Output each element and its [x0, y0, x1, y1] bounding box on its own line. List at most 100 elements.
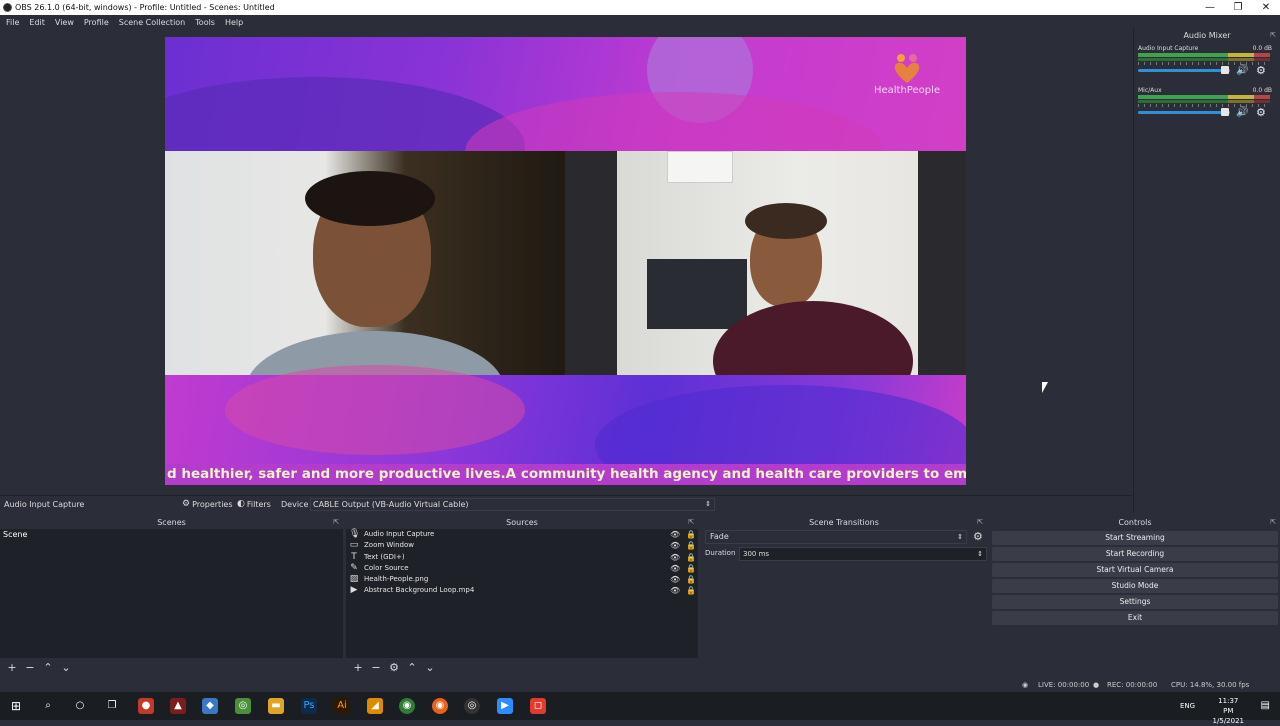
language-indicator[interactable]: ENG	[1180, 702, 1195, 710]
clock[interactable]: 11:37 PM 1/5/2021	[1213, 696, 1244, 726]
volume-slider-handle[interactable]	[1221, 66, 1229, 74]
gear-icon[interactable]: ⚙	[388, 661, 400, 674]
volume-slider-handle[interactable]	[1221, 108, 1229, 116]
remove-icon[interactable]: −	[24, 661, 36, 674]
eye-icon[interactable]: 👁	[670, 529, 680, 540]
exit-button[interactable]: Exit	[992, 611, 1278, 625]
windows-start-icon[interactable]: ⊞	[8, 698, 24, 714]
filters-button[interactable]: ◐ Filters	[237, 499, 271, 509]
lock-icon[interactable]: 🔒	[686, 529, 696, 540]
menu-file[interactable]: File	[6, 18, 19, 27]
source-label: Health-People.png	[364, 575, 429, 584]
start-recording-button[interactable]: Start Recording	[992, 547, 1278, 561]
studio-mode-button[interactable]: Studio Mode	[992, 579, 1278, 593]
add-icon[interactable]: +	[352, 661, 364, 674]
move-up-icon[interactable]: ⌃	[42, 661, 54, 674]
zoom-icon[interactable]: ▶	[497, 698, 513, 714]
source-item[interactable]: 🎙 Audio Input Capture 👁 🔒	[346, 529, 698, 540]
menu-edit[interactable]: Edit	[29, 18, 45, 27]
gear-icon[interactable]: ⚙	[973, 530, 983, 543]
lock-icon[interactable]: 🔒	[686, 574, 696, 585]
ticker-text: d healthier, safer and more productive l…	[165, 464, 966, 485]
source-item[interactable]: ▨ Health-People.png 👁 🔒	[346, 574, 698, 585]
move-down-icon[interactable]: ⌄	[60, 661, 72, 674]
volume-slider[interactable]	[1138, 111, 1230, 114]
chevron-updown-icon[interactable]: ⇕	[977, 548, 983, 560]
undock-icon[interactable]: ⇱	[1270, 29, 1276, 42]
status-bar: ◉ LIVE: 00:00:00 ● REC: 00:00:00 CPU: 14…	[0, 676, 1280, 692]
lock-icon[interactable]: 🔒	[686, 585, 696, 596]
gear-icon[interactable]: ⚙	[1256, 64, 1266, 77]
remove-icon[interactable]: −	[370, 661, 382, 674]
settings-button[interactable]: Settings	[992, 595, 1278, 609]
lock-icon[interactable]: 🔒	[686, 540, 696, 551]
heart-people-icon	[890, 51, 924, 85]
eye-icon[interactable]: 👁	[670, 540, 680, 551]
menu-scene-collection[interactable]: Scene Collection	[119, 18, 186, 27]
paintbrush-icon: ✎	[350, 562, 358, 573]
source-item[interactable]: ▭ Zoom Window 👁 🔒	[346, 540, 698, 551]
scene-item[interactable]: Scene	[0, 529, 343, 541]
source-item[interactable]: T Text (GDI+) 👁 🔒	[346, 552, 698, 563]
minimize-button[interactable]: —	[1196, 0, 1224, 15]
add-icon[interactable]: +	[6, 661, 18, 674]
properties-button[interactable]: ⚙ Properties	[182, 499, 233, 509]
source-item[interactable]: ▶ Abstract Background Loop.mp4 👁 🔒	[346, 585, 698, 596]
firefox-icon[interactable]: ◉	[432, 698, 448, 714]
preview-canvas[interactable]: HealthPeople d healthier, safer and more…	[165, 37, 966, 485]
move-up-icon[interactable]: ⌃	[406, 661, 418, 674]
text-icon: T	[351, 551, 357, 562]
obs-icon[interactable]: ◎	[464, 698, 480, 714]
undock-icon[interactable]: ⇱	[688, 516, 694, 529]
gear-icon[interactable]: ⚙	[1256, 106, 1266, 119]
channel-name: Mic/Aux	[1138, 87, 1162, 94]
undock-icon[interactable]: ⇱	[1270, 516, 1276, 529]
start-virtual-camera-button[interactable]: Start Virtual Camera	[992, 563, 1278, 577]
lock-icon[interactable]: 🔒	[686, 563, 696, 574]
notification-icon[interactable]: ▤	[1261, 700, 1270, 711]
menu-profile[interactable]: Profile	[84, 18, 109, 27]
menu-bar: File Edit View Profile Scene Collection …	[0, 15, 1280, 29]
eye-icon[interactable]: 👁	[670, 552, 680, 563]
app-icon[interactable]: ◢	[367, 698, 383, 714]
selected-source-name: Audio Input Capture	[4, 499, 85, 509]
menu-help[interactable]: Help	[225, 18, 243, 27]
hair-right	[745, 203, 827, 239]
close-button[interactable]: ✕	[1252, 0, 1280, 15]
illustrator-icon[interactable]: Ai	[334, 698, 350, 714]
transition-select[interactable]: Fade ⇕	[705, 530, 967, 544]
eye-icon[interactable]: 👁	[670, 574, 680, 585]
speaker-icon[interactable]: 🔊	[1236, 65, 1248, 76]
cortana-icon[interactable]: ○	[72, 698, 88, 714]
app-icon[interactable]: ◻	[530, 698, 546, 714]
app-icon[interactable]: ●	[138, 698, 154, 714]
scene-transitions-header: Scene Transitions ⇱	[701, 516, 987, 529]
play-icon: ▶	[350, 585, 358, 596]
controls-header: Controls ⇱	[990, 516, 1280, 529]
menu-tools[interactable]: Tools	[195, 18, 215, 27]
undock-icon[interactable]: ⇱	[333, 516, 339, 529]
undock-icon[interactable]: ⇱	[977, 516, 983, 529]
controls-dock: Controls ⇱ Start Streaming Start Recordi…	[990, 516, 1280, 658]
eye-icon[interactable]: 👁	[670, 585, 680, 596]
eye-icon[interactable]: 👁	[670, 563, 680, 574]
app-icon[interactable]: ◆	[202, 698, 218, 714]
chrome-icon[interactable]: ◉	[399, 698, 415, 714]
menu-view[interactable]: View	[55, 18, 74, 27]
device-label: Device	[281, 499, 309, 509]
app-icon[interactable]: ▲	[170, 698, 186, 714]
start-streaming-button[interactable]: Start Streaming	[992, 531, 1278, 545]
task-view-icon[interactable]: ❐	[104, 698, 120, 714]
file-explorer-icon[interactable]: ▬	[268, 698, 284, 714]
photoshop-icon[interactable]: Ps	[301, 698, 317, 714]
speaker-icon[interactable]: 🔊	[1236, 107, 1248, 118]
search-icon[interactable]: ⌕	[40, 698, 56, 714]
volume-slider[interactable]	[1138, 69, 1230, 72]
duration-spinbox[interactable]: 300 ms ⇕	[739, 547, 987, 561]
restore-button[interactable]: ❐	[1224, 0, 1252, 15]
lock-icon[interactable]: 🔒	[686, 552, 696, 563]
device-select[interactable]: CABLE Output (VB-Audio Virtual Cable) ⇕	[310, 498, 715, 511]
app-icon[interactable]: ◎	[235, 698, 251, 714]
source-item[interactable]: ✎ Color Source 👁 🔒	[346, 563, 698, 574]
move-down-icon[interactable]: ⌄	[424, 661, 436, 674]
